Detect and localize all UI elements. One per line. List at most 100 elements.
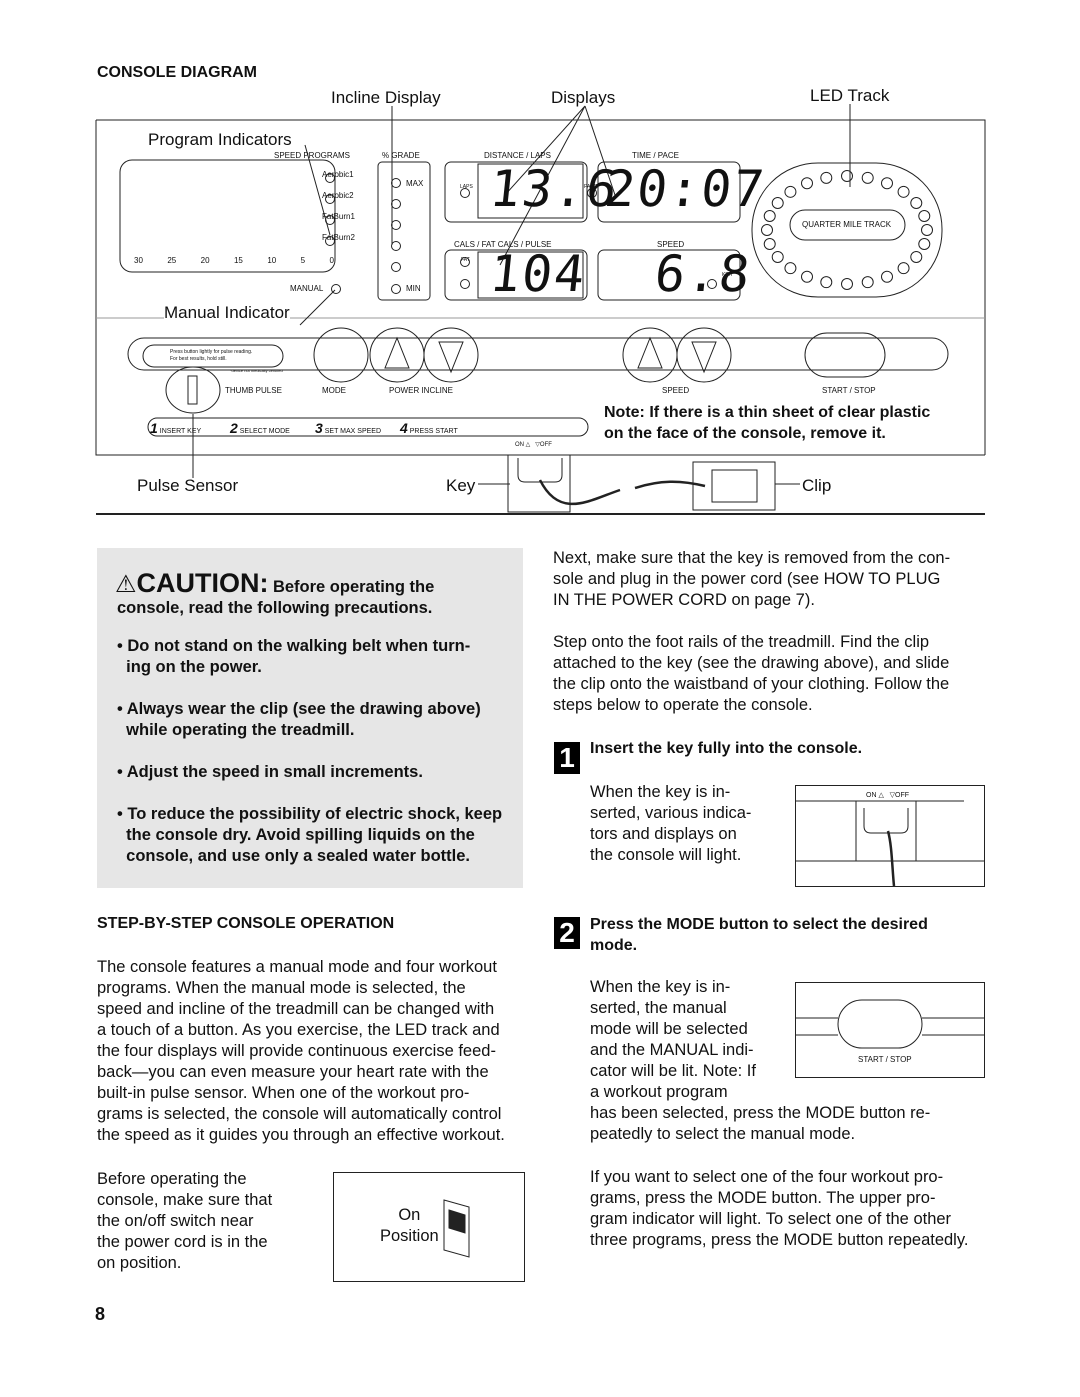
start-stop-label: START / STOP (858, 1055, 912, 1064)
right-paragraph-2: Step onto the foot rails of the treadmil… (553, 632, 949, 716)
text-line: When the key is in- (590, 978, 731, 996)
callout-clip: Clip (802, 476, 832, 495)
led-dot (784, 262, 797, 275)
program-fatburn2[interactable]: FatBurn2 (322, 233, 355, 242)
text-line: speed and incline of the treadmill can b… (97, 1000, 495, 1018)
led-dot (897, 185, 910, 198)
led-track-dots (761, 170, 933, 290)
distance-value: 13.6 (486, 160, 622, 218)
step-1-text: When the key is in-serted, various indic… (590, 782, 751, 866)
callout-displays: Displays (551, 88, 616, 107)
led-track (751, 162, 943, 298)
led-dot (801, 177, 813, 190)
led-dot (771, 197, 784, 209)
text-line: Before operating the (97, 1170, 247, 1188)
scale-tick: 30 (134, 256, 143, 265)
step-1-title: Insert the key fully into the console. (590, 740, 863, 757)
text-line: gram indicator will light. To select one… (590, 1210, 952, 1228)
text-line: programs. When the manual mode is select… (97, 979, 466, 997)
before-paragraph: Before operating the console, make sure t… (97, 1169, 272, 1274)
led-dot (841, 170, 853, 182)
scale-tick: 15 (233, 256, 243, 265)
led-dot (784, 185, 797, 198)
text-line: serted, the manual (590, 999, 727, 1017)
intro-paragraph: The console features a manual mode and f… (97, 957, 527, 1146)
led-dot (881, 270, 893, 283)
text-line: the clip onto the waistband of your clot… (553, 675, 950, 693)
min-label: MIN (406, 284, 421, 293)
led-dot (820, 171, 833, 184)
on-off-switch-label: ON △ ▽OFF (515, 442, 552, 448)
text-line: Step onto the foot rails of the treadmil… (553, 633, 930, 651)
text-line: Next, make sure that the key is removed … (553, 549, 951, 567)
indicator-light (391, 220, 401, 230)
text-line: tors and displays on (590, 825, 737, 843)
indicator-light (391, 284, 401, 294)
led-dot (861, 171, 874, 184)
power-incline-label[interactable]: POWER INCLINE (389, 386, 453, 395)
step-2-title: Press the MODE button to select the desi… (590, 916, 928, 954)
start-stop-figure: START / STOP (795, 982, 985, 1078)
distance-laps-label: DISTANCE / LAPS (484, 151, 551, 160)
led-dot (841, 278, 853, 290)
text-line: The console features a manual mode and f… (97, 958, 497, 976)
program-aerobic2[interactable]: Aerobic2 (322, 191, 354, 200)
text-line: has been selected, press the MODE button… (590, 1104, 931, 1122)
speed-label[interactable]: SPEED (662, 386, 689, 395)
led-dot (820, 276, 833, 289)
indicator-light (391, 178, 401, 188)
time-pace-label: TIME / PACE (632, 151, 679, 160)
text-line: grams is selected, the console will auto… (97, 1105, 502, 1123)
text-line: console, make sure that (97, 1191, 273, 1209)
indicator-light (391, 199, 401, 209)
text-line: grams, press the MODE button. The upper … (590, 1189, 936, 1207)
caution-box: ⚠CAUTION: Before operating the console, … (97, 548, 523, 888)
step-2: 2 SELECT MODE (230, 420, 290, 436)
step-4: 4 PRESS START (400, 420, 458, 436)
manual-page: CONSOLE DIAGRAM Incline Display Displays… (0, 0, 1080, 1397)
led-dot (771, 251, 784, 263)
speed-programs-label: SPEED PROGRAMS (274, 151, 351, 160)
pulse-sensor (165, 366, 221, 414)
text-line: on position. (97, 1254, 182, 1272)
text-line: back—you can even measure your heart rat… (97, 1063, 489, 1081)
caution-lead: console, read the following precautions. (117, 599, 433, 617)
callout-pulse-sensor: Pulse Sensor (137, 476, 239, 495)
speed-scale: 30 25 20 15 10 5 0 (134, 256, 334, 265)
callout-key: Key (446, 476, 476, 495)
text-line: serted, various indica- (590, 804, 752, 822)
callout-program-indicators: Program Indicators (148, 130, 292, 150)
switch-icon (443, 1199, 470, 1258)
start-stop-button[interactable]: START / STOP (822, 386, 876, 395)
right-paragraph-1: Next, make sure that the key is removed … (553, 548, 950, 611)
led-dot (763, 237, 776, 250)
fat-label: FAT (461, 257, 470, 263)
caution-bullet: • Do not stand on the walking belt when … (117, 637, 471, 676)
text-line: the speed as it guides you through an ef… (97, 1126, 505, 1144)
thumb-pulse-label[interactable]: THUMB PULSE (225, 386, 282, 395)
text-line: a touch of a button. As you exercise, th… (97, 1021, 500, 1039)
on-position-label: On Position (380, 1206, 439, 1245)
text-line: peatedly to select the manual mode. (590, 1125, 856, 1143)
scale-tick: 20 (200, 256, 210, 265)
text-line: sole and plug in the power cord (see HOW… (553, 570, 941, 588)
program-aerobic1[interactable]: Aerobic1 (322, 170, 354, 179)
indicator-light (391, 262, 401, 272)
text-line: the power cord is in the (97, 1233, 268, 1251)
caution-bullet: • Always wear the clip (see the drawing … (117, 700, 481, 739)
pulse-note: For best results, hold still. (170, 356, 227, 362)
warning-icon: ⚠ (115, 571, 137, 598)
callout-led-track: LED Track (810, 86, 890, 105)
text-line: the on/off switch near (97, 1212, 254, 1230)
led-dot (881, 177, 893, 190)
mode-button[interactable]: MODE (322, 386, 346, 395)
caution-bullet: • Adjust the speed in small increments. (117, 763, 423, 781)
led-dot (910, 197, 923, 209)
text-line: the four displays will provide continuou… (97, 1042, 496, 1060)
text-line: and the MANUAL indi- (590, 1041, 754, 1059)
steps-strip: 1 INSERT KEY 2 SELECT MODE 3 SET MAX SPE… (150, 420, 485, 436)
text-line: built-in pulse sensor. When one of the w… (97, 1084, 470, 1102)
led-dot (918, 210, 931, 223)
led-dot (861, 276, 874, 289)
program-fatburn1[interactable]: FatBurn1 (322, 212, 355, 221)
